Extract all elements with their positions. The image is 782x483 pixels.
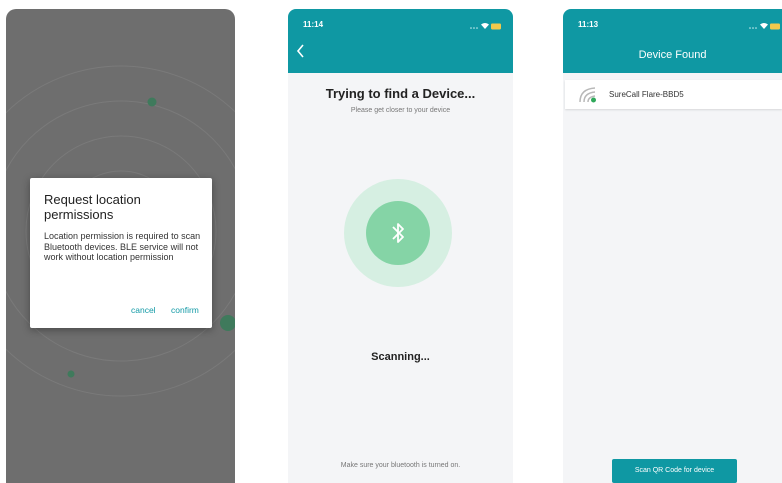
status-time: 11:14 [303,20,324,29]
wifi-icon [760,23,768,29]
dialog-message: Location permission is required to scan … [44,231,201,262]
bluetooth-icon [392,223,404,243]
bluetooth-scan-button[interactable] [366,201,430,265]
app-bar [288,37,513,73]
chevron-left-icon[interactable] [296,43,306,64]
scan-title: Trying to find a Device... [325,86,476,101]
status-icons [469,18,503,36]
radar-dot [67,370,75,378]
cancel-button[interactable]: cancel [131,305,156,315]
radar-dot [220,315,235,331]
status-bar: 11:14 [288,9,513,37]
scanning-screen: 11:14 Trying to find a Device... Please … [288,9,513,483]
wifi-icon [481,23,489,29]
dialog-title: Request location permissions [44,192,141,222]
page-title: Device Found [638,49,707,61]
device-found-screen: 11:13 Device Found SureCall Flare-BBD5 S… [563,9,782,483]
device-list-item[interactable]: SureCall Flare-BBD5 [565,80,782,109]
scanning-status: Scanning... [371,351,430,363]
battery-icon [491,23,501,30]
permission-screen: Request location permissions Location pe… [6,9,235,483]
status-time: 11:13 [578,20,599,29]
app-bar: Device Found [563,37,782,73]
scan-subtitle: Please get closer to your device [350,107,451,114]
bluetooth-hint: Make sure your bluetooth is turned on. [340,462,461,469]
radar-dot [147,97,157,107]
device-name: SureCall Flare-BBD5 [609,90,684,99]
scan-qr-button[interactable]: Scan QR Code for device [612,459,737,483]
confirm-button[interactable]: confirm [171,305,199,315]
status-icons [748,18,782,36]
location-permission-dialog: Request location permissions Location pe… [30,178,212,328]
signal-strength-icon [579,87,596,103]
battery-icon [770,23,780,30]
status-bar: 11:13 [563,9,782,37]
